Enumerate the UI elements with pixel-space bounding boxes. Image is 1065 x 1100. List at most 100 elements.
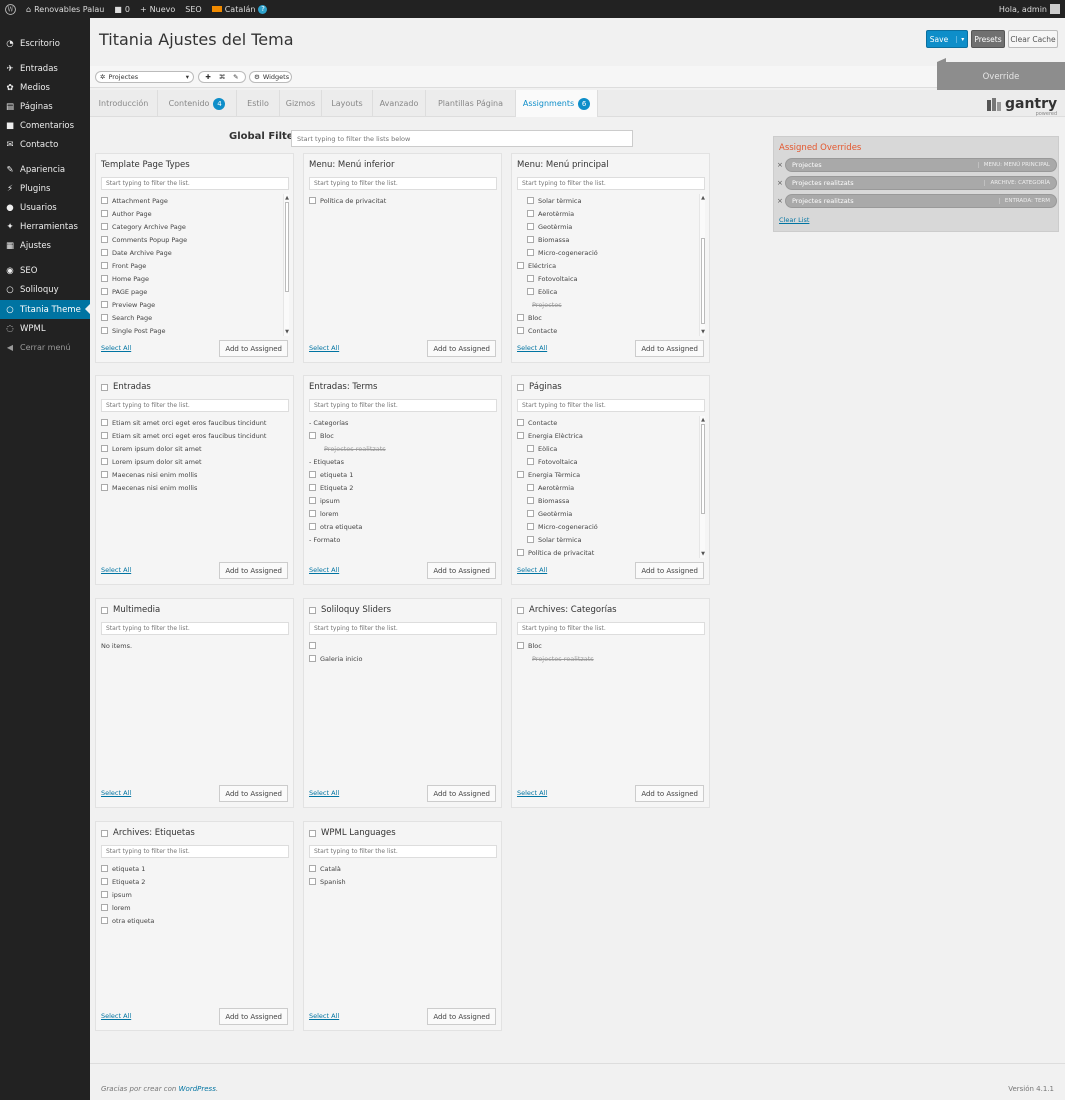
list-item[interactable]: ipsum [309, 494, 497, 507]
list-item[interactable]: PAGE page [101, 285, 289, 298]
sidebar-item-1[interactable]: ✈ Entradas [0, 59, 90, 78]
tab-4[interactable]: Layouts [322, 90, 373, 117]
tab-5[interactable]: Avanzado [373, 90, 426, 117]
list-item[interactable]: otra etiqueta [309, 520, 497, 533]
item-checkbox[interactable] [517, 314, 524, 321]
scroll-down-icon[interactable]: ▼ [700, 329, 705, 335]
scroll-up-icon[interactable]: ▲ [700, 195, 705, 201]
sidebar-item-13[interactable]: ○ Titania Theme [0, 300, 90, 319]
scroll-up-icon[interactable]: ▲ [284, 195, 289, 201]
caret-down-icon[interactable]: ▾ [956, 35, 964, 43]
item-checkbox[interactable] [101, 865, 108, 872]
select-all-checkbox[interactable] [309, 829, 316, 837]
item-checkbox[interactable] [101, 262, 108, 269]
add-to-assigned-button[interactable]: Add to Assigned [635, 785, 704, 802]
item-checkbox[interactable] [527, 210, 534, 217]
item-checkbox[interactable] [527, 288, 534, 295]
item-checkbox[interactable] [527, 197, 534, 204]
panel-filter-input[interactable] [101, 622, 289, 635]
list-item[interactable]: otra etiqueta [101, 914, 289, 927]
save-button[interactable]: Save ▾ [926, 30, 968, 48]
item-checkbox[interactable] [309, 497, 316, 504]
item-checkbox[interactable] [101, 236, 108, 243]
sidebar-item-9[interactable]: ✦ Herramientas [0, 217, 90, 236]
item-checkbox[interactable] [527, 458, 534, 465]
item-checkbox[interactable] [527, 236, 534, 243]
item-checkbox[interactable] [101, 210, 108, 217]
list-item[interactable]: Front Page [101, 259, 289, 272]
add-icon[interactable]: ✚ [205, 73, 210, 81]
list-item[interactable]: Micro-cogeneració [517, 520, 705, 533]
list-item[interactable]: Fotovoltaica [517, 272, 705, 285]
item-checkbox[interactable] [517, 327, 524, 334]
scrollbar-thumb[interactable] [285, 202, 289, 292]
list-item[interactable]: Eléctrica [517, 259, 705, 272]
add-to-assigned-button[interactable]: Add to Assigned [219, 785, 288, 802]
list-item[interactable]: ipsum [101, 888, 289, 901]
item-checkbox[interactable] [517, 419, 524, 426]
select-all-link[interactable]: Select All [517, 789, 547, 797]
widgets-button[interactable]: ⚙ Widgets [249, 71, 292, 83]
list-item[interactable]: Home Page [101, 272, 289, 285]
list-item[interactable]: Geotèrmia [517, 220, 705, 233]
sidebar-item-10[interactable]: ▦ Ajustes [0, 236, 90, 255]
item-checkbox[interactable] [527, 249, 534, 256]
item-checkbox[interactable] [309, 432, 316, 439]
list-item[interactable]: Comments Popup Page [101, 233, 289, 246]
item-checkbox[interactable] [101, 327, 108, 334]
select-all-link[interactable]: Select All [309, 789, 339, 797]
item-checkbox[interactable] [101, 288, 108, 295]
sidebar-item-2[interactable]: ✿ Medios [0, 78, 90, 97]
item-checkbox[interactable] [101, 223, 108, 230]
list-item[interactable]: Etiqueta 2 [101, 875, 289, 888]
list-item[interactable]: lorem [101, 901, 289, 914]
tab-6[interactable]: Plantillas Página [426, 90, 516, 117]
item-checkbox[interactable] [101, 249, 108, 256]
select-all-link[interactable]: Select All [309, 344, 339, 352]
panel-filter-input[interactable] [517, 177, 705, 190]
add-to-assigned-button[interactable]: Add to Assigned [219, 340, 288, 357]
item-checkbox[interactable] [517, 262, 524, 269]
item-checkbox[interactable] [309, 197, 316, 204]
list-item[interactable]: Spanish [309, 875, 497, 888]
list-scrollbar[interactable]: ▲ ▼ [699, 416, 705, 558]
list-item[interactable]: Category Archive Page [101, 220, 289, 233]
sidebar-item-8[interactable]: ● Usuarios [0, 198, 90, 217]
tab-0[interactable]: Introducción [90, 90, 158, 117]
select-all-checkbox[interactable] [517, 606, 524, 614]
item-checkbox[interactable] [101, 301, 108, 308]
panel-filter-input[interactable] [101, 399, 289, 412]
sidebar-item-12[interactable]: ○ Soliloquy [0, 280, 90, 299]
item-checkbox[interactable] [309, 510, 316, 517]
panel-filter-input[interactable] [309, 399, 497, 412]
sidebar-item-3[interactable]: ▤ Páginas [0, 97, 90, 116]
edit-icon[interactable]: ✎ [233, 73, 238, 81]
tab-3[interactable]: Gizmos [280, 90, 322, 117]
wordpress-link[interactable]: WordPress [179, 1085, 216, 1093]
list-item[interactable]: Fotovoltaica [517, 455, 705, 468]
item-checkbox[interactable] [517, 549, 524, 556]
item-checkbox[interactable] [101, 445, 108, 452]
item-checkbox[interactable] [101, 419, 108, 426]
list-scrollbar[interactable]: ▲ ▼ [699, 194, 705, 336]
list-item[interactable]: Etiqueta 2 [309, 481, 497, 494]
select-all-link[interactable]: Select All [101, 566, 131, 574]
list-item[interactable]: Aerotèrmia [517, 207, 705, 220]
item-checkbox[interactable] [101, 484, 108, 491]
add-to-assigned-button[interactable]: Add to Assigned [635, 340, 704, 357]
tab-7[interactable]: Assignments 6 [516, 90, 598, 117]
list-item[interactable]: Lorem ipsum dolor sit amet [101, 442, 289, 455]
sidebar-item-4[interactable]: ■ Comentarios [0, 116, 90, 135]
list-item[interactable]: Eòlica [517, 442, 705, 455]
select-all-link[interactable]: Select All [101, 1012, 131, 1020]
list-item[interactable]: Preview Page [101, 298, 289, 311]
select-all-checkbox[interactable] [101, 606, 108, 614]
collapse-menu-button[interactable]: ◀ Cerrar menú [0, 338, 90, 357]
list-item[interactable]: Author Page [101, 207, 289, 220]
list-item[interactable]: Política de privacitat [309, 194, 497, 207]
assigned-override-item[interactable]: Projectes realitzats ARCHIVE: CATEGORÍA [785, 176, 1057, 190]
duplicate-icon[interactable]: ⌘ [219, 73, 226, 81]
panel-filter-input[interactable] [309, 622, 497, 635]
wordpress-logo-icon[interactable]: W [0, 0, 21, 18]
select-all-link[interactable]: Select All [101, 344, 131, 352]
